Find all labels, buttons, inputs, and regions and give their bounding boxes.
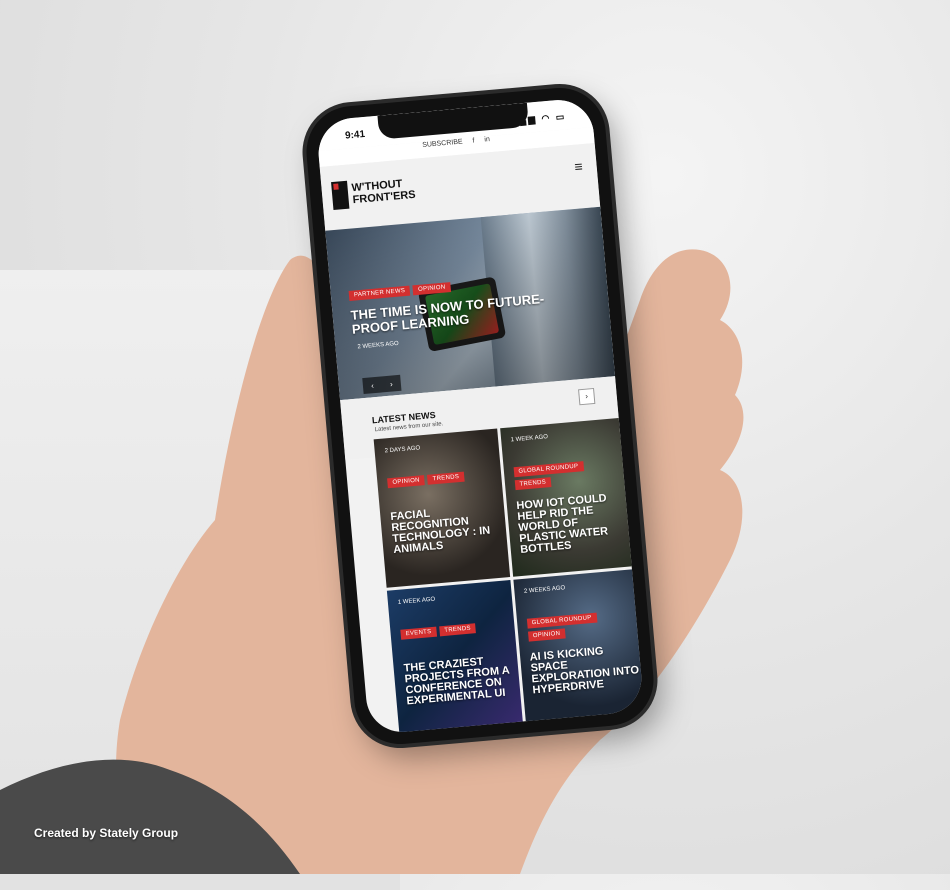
card-tag[interactable]: EVENTS <box>400 626 437 640</box>
linkedin-icon[interactable]: in <box>484 136 490 143</box>
card-date: 1 WEEK AGO <box>510 434 549 444</box>
hero-slider-controls: ‹ › <box>362 374 402 395</box>
credit-caption: Created by Stately Group <box>34 826 179 840</box>
news-card[interactable]: 1 WEEK AGO GLOBAL ROUNDUP TRENDS HOW IOT… <box>499 417 636 577</box>
card-tag[interactable]: GLOBAL ROUNDUP <box>526 612 597 629</box>
news-card[interactable]: 2 DAYS AGO OPINION TRENDS FACIAL RECOGNI… <box>373 428 510 588</box>
card-tag[interactable]: TRENDS <box>427 471 465 485</box>
card-title[interactable]: HOW IOT COULD HELP RID THE WORLD OF PLAS… <box>516 492 628 556</box>
card-title[interactable]: FACIAL RECOGNITION TECHNOLOGY : IN ANIMA… <box>390 503 501 556</box>
card-date: 1 WEEK AGO <box>397 596 436 606</box>
phone-screen: 9:41 ▂▄▆ ◠ ▭ SUBSCRIBE f in W'THOUT FRON… <box>315 97 645 735</box>
menu-icon[interactable]: ≡ <box>574 158 584 175</box>
card-tag[interactable]: GLOBAL ROUNDUP <box>513 461 584 478</box>
phone-device: 9:41 ▂▄▆ ◠ ▭ SUBSCRIBE f in W'THOUT FRON… <box>302 84 658 748</box>
logo-mark-icon <box>331 180 350 210</box>
facebook-icon[interactable]: f <box>472 137 475 144</box>
card-tag[interactable]: OPINION <box>527 627 566 642</box>
card-date: 2 WEEKS AGO <box>523 584 566 595</box>
card-title[interactable]: AI IS KICKING SPACE EXPLORATION INTO HYP… <box>529 643 640 696</box>
card-tag[interactable]: TRENDS <box>438 622 477 636</box>
news-card[interactable]: 2 WEEKS AGO GLOBAL ROUNDUP OPINION AI IS… <box>512 568 645 728</box>
news-card[interactable]: 1 WEEK AGO EVENTS TRENDS THE CRAZIEST PR… <box>386 579 523 735</box>
slider-prev-icon[interactable]: ‹ <box>371 381 374 390</box>
card-date: 2 DAYS AGO <box>384 445 421 455</box>
card-tag[interactable]: OPINION <box>387 475 426 489</box>
card-title[interactable]: THE CRAZIEST PROJECTS FROM A CONFERENCE … <box>403 654 514 707</box>
hero-featured-article[interactable]: PARTNER NEWS OPINION THE TIME IS NOW TO … <box>325 206 616 401</box>
slider-next-icon[interactable]: › <box>390 379 393 388</box>
chevron-right-icon[interactable]: › <box>578 387 596 406</box>
status-time: 9:41 <box>344 128 366 142</box>
news-grid: 2 DAYS AGO OPINION TRENDS FACIAL RECOGNI… <box>373 417 645 735</box>
site-logo[interactable]: W'THOUT FRONT'ERS <box>331 175 416 210</box>
card-tag[interactable]: TRENDS <box>514 477 552 491</box>
